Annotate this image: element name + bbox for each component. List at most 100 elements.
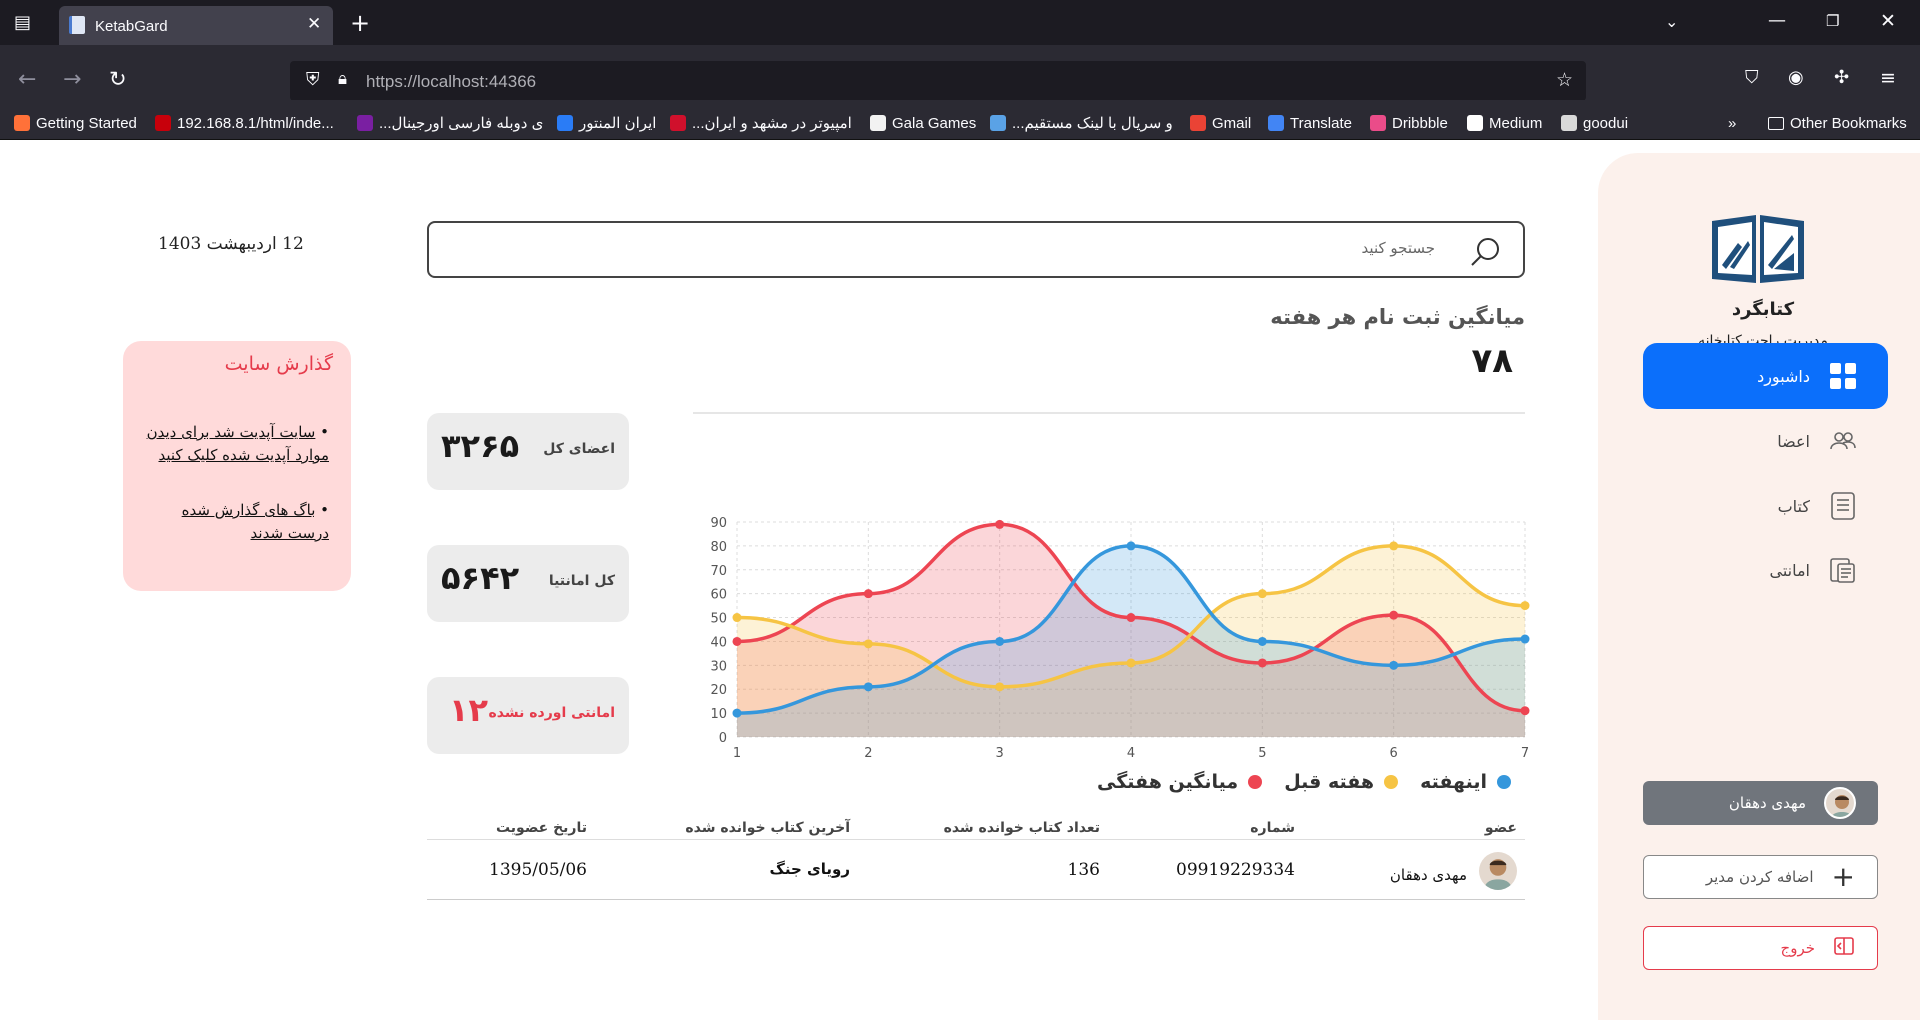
account-icon[interactable]: ◉ [1788,69,1804,87]
report-link-update[interactable]: سایت آپدیت شد برای دیدن موارد آپدیت شده … [147,423,329,464]
stat-label: کل امانتیا [548,573,615,589]
bookmark-label: Dribbble [1392,114,1448,132]
restore-icon[interactable]: ❐ [1826,14,1839,29]
y-tick-label: 10 [710,707,727,722]
nav-books[interactable]: کتاب [1643,473,1888,539]
weekly-average-title: میانگین ثبت نام هر هفته [1270,305,1525,329]
logout-icon [1833,935,1855,961]
data-point[interactable] [1520,634,1530,644]
bookmark-item[interactable]: ...و سریال با لینک مستقیم [990,113,1173,133]
data-point[interactable] [1257,636,1267,646]
stat-label: اعضای کل [543,441,615,457]
logout-label: خروج [1780,939,1815,957]
table-header-cell: آخرین کتاب خوانده شده [685,820,850,836]
data-point[interactable] [1520,706,1530,716]
bookmark-item[interactable]: ...امپیوتر در مشهد و ایران [670,113,852,133]
data-point[interactable] [1520,601,1530,611]
bookmark-item[interactable]: Translate [1268,113,1352,133]
data-point[interactable] [1257,658,1267,668]
nav-members[interactable]: اعضا [1643,408,1888,474]
shield-icon[interactable]: ⛨ [306,71,320,89]
menu-icon[interactable]: ≡ [1880,69,1896,88]
add-admin-button[interactable]: اضافه کردن مدیر + [1643,855,1878,899]
bookmark-favicon-icon [1467,115,1483,131]
url-host: https://localhost [366,72,485,91]
divider [693,412,1525,414]
report-link-bugs[interactable]: باگ های گذارش شده درست شدند [182,501,329,542]
nav-members-label: اعضا [1777,431,1810,451]
reload-icon[interactable]: ↻ [109,69,127,90]
bookmark-item[interactable]: Dribbble [1370,113,1448,133]
avatar [1824,787,1856,819]
data-point[interactable] [1389,610,1399,620]
new-tab-icon[interactable]: + [350,11,370,35]
url-text[interactable]: https://localhost:44366 [366,72,536,92]
table-row[interactable]: مهدی دهقان 09919229334 136 رویای جنگ 139… [427,840,1525,900]
data-point[interactable] [1389,660,1399,670]
data-point[interactable] [732,636,742,646]
minimize-icon[interactable]: — [1768,12,1786,30]
bookmark-item[interactable]: Medium [1467,113,1542,133]
tab-close-icon[interactable]: ✕ [307,16,321,33]
data-point[interactable] [995,636,1005,646]
data-point[interactable] [1126,613,1136,623]
pocket-icon[interactable]: ⛉ [1745,69,1759,87]
bookmark-item[interactable]: Getting Started [14,113,137,133]
sidebar: کتابگرد مدیریت راحت کتابخانه داشبورد اعض… [1598,153,1920,1020]
data-point[interactable] [995,682,1005,692]
data-point[interactable] [1126,541,1136,551]
table-cell: 09919229334 [1176,860,1295,880]
close-window-icon[interactable]: ✕ [1880,12,1896,31]
other-bookmarks[interactable]: Other Bookmarks [1768,113,1907,133]
nav-loans[interactable]: امانتی [1643,537,1888,603]
book-icon [1828,491,1858,521]
tab-list-icon[interactable]: ▤ [14,14,31,32]
logout-button[interactable]: خروج [1643,926,1878,970]
nav-dashboard[interactable]: داشبورد [1643,343,1888,409]
y-tick-label: 40 [710,635,727,650]
more-bookmarks-icon[interactable]: » [1728,113,1736,133]
data-point[interactable] [863,682,873,692]
table-header-cell: عضو [1484,820,1517,836]
forward-icon[interactable]: → [63,69,81,91]
bookmark-favicon-icon [990,115,1006,131]
data-point[interactable] [995,519,1005,529]
search-icon[interactable] [1469,235,1503,269]
stat-label: امانتی اورده نشده [488,705,615,721]
report-item: • باگ های گذارش شده درست شدند [181,501,329,542]
lock-icon[interactable]: 🔒︎ [338,71,347,88]
x-tick-label: 5 [1258,746,1266,761]
data-point[interactable] [863,639,873,649]
bookmark-favicon-icon [357,115,373,131]
data-point[interactable] [732,708,742,718]
bookmark-item[interactable]: Gala Games [870,113,976,133]
bookmark-item[interactable]: goodui [1561,113,1628,133]
data-point[interactable] [1257,589,1267,599]
user-profile-button[interactable]: مهدی دهقان [1643,781,1878,825]
tab-title: KetabGard [95,18,168,35]
bookmark-item[interactable]: 192.168.8.1/html/inde... [155,113,334,133]
data-point[interactable] [863,589,873,599]
chevron-down-icon[interactable]: ⌄ [1665,14,1678,30]
data-point[interactable] [732,613,742,623]
nav-books-label: کتاب [1777,496,1810,516]
extensions-icon[interactable]: ✣ [1834,69,1849,87]
data-point[interactable] [1389,541,1399,551]
bookmark-item[interactable]: ایران المنتور [557,113,656,133]
x-tick-label: 2 [864,746,872,761]
bookmark-item[interactable]: Gmail [1190,113,1251,133]
site-report-card: گذارش سایت • سایت آپدیت شد برای دیدن موا… [123,341,351,591]
table-cell: رویای جنگ [769,860,851,878]
current-date: 12 اردیبهشت 1403 [158,234,304,254]
y-tick-label: 50 [710,612,727,627]
search-input[interactable] [635,239,1435,257]
back-icon[interactable]: ← [18,69,36,91]
table-header-cell: تاریخ عضویت [495,820,587,836]
bookmark-star-icon[interactable]: ☆ [1556,71,1573,90]
data-point[interactable] [1126,658,1136,668]
brand-name: کتابگرد [1731,299,1795,320]
bookmark-label: Gmail [1212,114,1252,132]
bookmark-label: ...امپیوتر در مشهد و ایران [692,115,852,132]
bookmark-item[interactable]: ...ی دوبله فارسی اورجینال [357,113,543,133]
loan-icon [1828,555,1858,585]
